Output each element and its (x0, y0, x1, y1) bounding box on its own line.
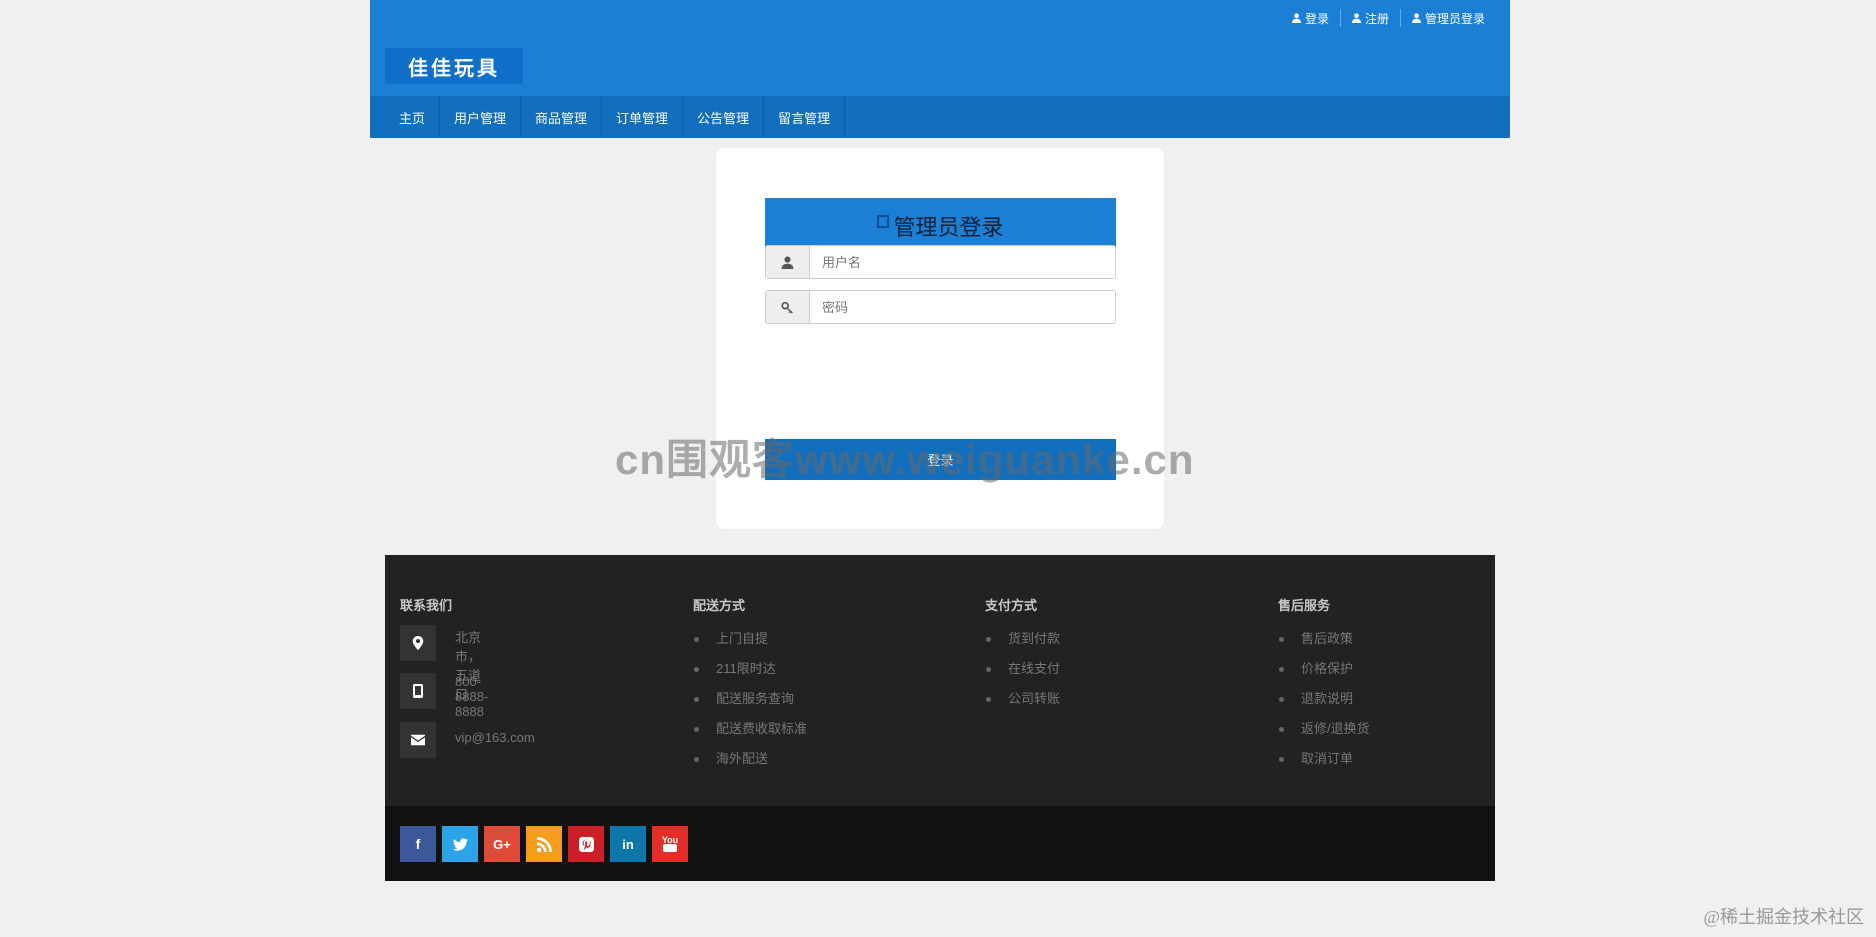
footer-contact: 联系我们 北京市，五道口 800-8888-8888 vip@163.com (400, 595, 535, 771)
nav-item-products[interactable]: 商品管理 (521, 96, 603, 138)
corner-watermark: @稀土掘金技术社区 (1703, 907, 1864, 927)
username-field (765, 245, 1116, 279)
username-input[interactable] (810, 246, 1115, 278)
youtube-icon[interactable]: You (652, 826, 688, 862)
footer-contact-title: 联系我们 (400, 598, 453, 613)
admin-login-link-label: 管理员登录 (1424, 11, 1485, 26)
user-icon (1411, 13, 1421, 23)
nav-item-home[interactable]: 主页 (385, 96, 441, 138)
contact-phone-row: 800-8888-8888 (400, 673, 488, 722)
contact-email-row: vip@163.com (400, 722, 535, 771)
username-addon (766, 246, 810, 278)
top-links: 登录 注册 管理员登录 (1281, 9, 1496, 27)
rss-icon[interactable] (526, 826, 562, 862)
login-link[interactable]: 登录 (1281, 9, 1340, 27)
key-icon (781, 301, 793, 313)
footer-link[interactable]: 返修/退换货 (1278, 714, 1370, 744)
linkedin-icon[interactable]: in (610, 826, 646, 862)
footer-link[interactable]: 公司转账 (985, 684, 1060, 714)
footer-payment-title: 支付方式 (985, 598, 1038, 613)
nav-item-users[interactable]: 用户管理 (440, 96, 522, 138)
mobile-icon (400, 673, 436, 709)
register-link-label: 注册 (1364, 11, 1389, 26)
login-link-label: 登录 (1304, 11, 1329, 26)
password-addon (766, 291, 810, 323)
contact-email: vip@163.com (455, 730, 535, 745)
social-links: f G+ in You (400, 826, 688, 862)
nav-item-orders[interactable]: 订单管理 (602, 96, 684, 138)
password-input[interactable] (810, 291, 1115, 323)
footer-link[interactable]: 上门自提 (693, 624, 807, 654)
user-icon (1351, 13, 1361, 23)
footer-link[interactable]: 退款说明 (1278, 684, 1370, 714)
contact-phone: 800-8888-8888 (455, 674, 489, 719)
footer-link[interactable]: 价格保护 (1278, 654, 1370, 684)
footer-link[interactable]: 在线支付 (985, 654, 1060, 684)
admin-login-link[interactable]: 管理员登录 (1399, 9, 1496, 27)
youtube-icon-label: You (661, 835, 679, 845)
watermark: cn围观客www.weiguanke.cn (615, 436, 1195, 483)
google-plus-icon[interactable]: G+ (484, 826, 520, 862)
register-link[interactable]: 注册 (1339, 9, 1400, 27)
footer-link[interactable]: 取消订单 (1278, 744, 1370, 774)
twitter-icon[interactable] (442, 826, 478, 862)
social-bar: f G+ in You (385, 806, 1495, 881)
site-header: 登录 注册 管理员登录 佳佳玩具 主页 用户管理 商品管理 订单管理 公告管理 … (370, 0, 1510, 138)
footer-link[interactable]: 海外配送 (693, 744, 807, 774)
nav-item-announcements[interactable]: 公告管理 (683, 96, 765, 138)
envelope-icon (400, 722, 436, 758)
footer-delivery: 配送方式 上门自提 211限时达 配送服务查询 配送费收取标准 海外配送 (693, 595, 807, 774)
footer-payment: 支付方式 货到付款 在线支付 公司转账 (985, 595, 1060, 714)
login-title: 管理员登录 (893, 214, 1004, 240)
footer-link[interactable]: 货到付款 (985, 624, 1060, 654)
footer-link[interactable]: 配送费收取标准 (693, 714, 807, 744)
footer-delivery-title: 配送方式 (693, 598, 746, 613)
site-footer: 联系我们 北京市，五道口 800-8888-8888 vip@163.com 配… (385, 555, 1495, 806)
main-nav: 主页 用户管理 商品管理 订单管理 公告管理 留言管理 (370, 96, 1510, 138)
pinterest-icon[interactable] (568, 826, 604, 862)
contact-address-row: 北京市，五道口 (400, 624, 481, 702)
footer-service-title: 售后服务 (1278, 598, 1331, 613)
broken-image-icon (877, 215, 890, 228)
user-icon (1291, 13, 1301, 23)
password-field (765, 290, 1116, 324)
map-marker-icon (400, 625, 436, 661)
footer-link[interactable]: 配送服务查询 (693, 684, 807, 714)
site-logo[interactable]: 佳佳玩具 (385, 48, 523, 84)
user-icon (781, 255, 794, 269)
footer-service: 售后服务 售后政策 价格保护 退款说明 返修/退换货 取消订单 (1278, 595, 1370, 774)
footer-link[interactable]: 售后政策 (1278, 624, 1370, 654)
facebook-icon[interactable]: f (400, 826, 436, 862)
nav-item-messages[interactable]: 留言管理 (764, 96, 846, 138)
footer-link[interactable]: 211限时达 (693, 654, 807, 684)
